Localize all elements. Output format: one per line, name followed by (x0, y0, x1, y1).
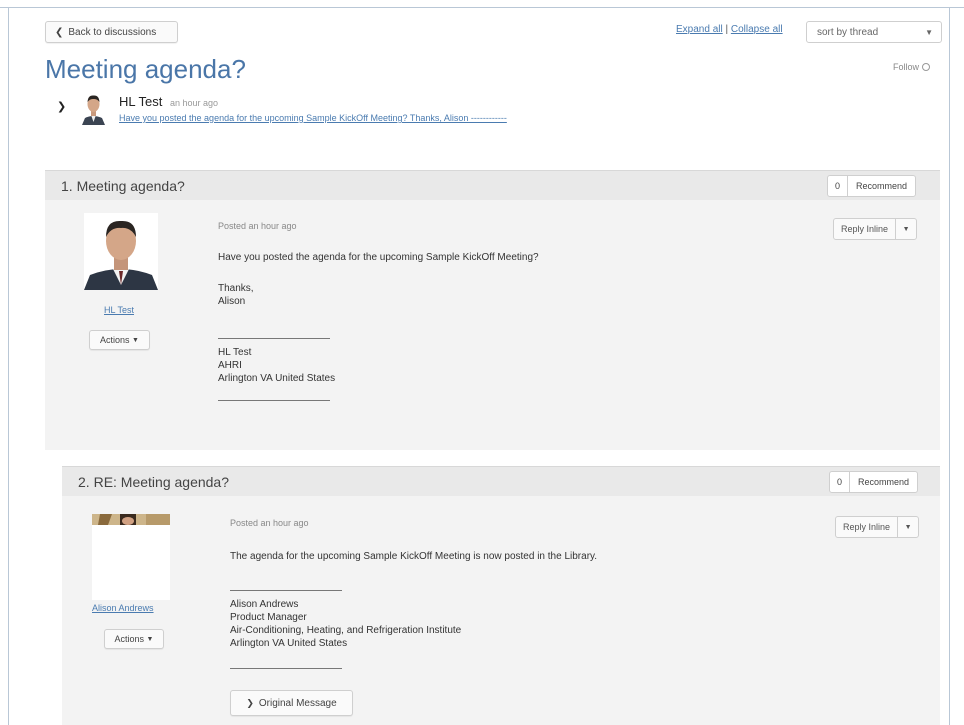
post-body-text: Alison (218, 296, 246, 307)
post-header: 1. Meeting agenda? (45, 170, 940, 200)
post-title: RE: Meeting agenda? (93, 473, 230, 490)
back-to-discussions-label: Back to discussions (68, 26, 157, 38)
post-number: 1. (61, 177, 73, 194)
summary-author-name: HL Test (119, 94, 163, 109)
recommend-label: Recommend (856, 181, 908, 191)
post-timestamp: Posted an hour ago (218, 221, 297, 231)
author-avatar (92, 514, 170, 600)
post-number: 2. (78, 473, 90, 490)
reply-inline-label: Reply Inline (834, 219, 897, 239)
signature-line: Product Manager (230, 612, 307, 623)
post-body (62, 496, 940, 725)
chevron-down-icon: ▼ (925, 28, 933, 37)
reply-inline-label: Reply Inline (836, 517, 899, 537)
signature-line: Arlington VA United States (230, 638, 348, 649)
follow-label: Follow (893, 62, 920, 72)
recommend-count: 0 (830, 472, 850, 492)
caret-down-icon: ▼ (146, 635, 154, 643)
expand-all-link[interactable]: Expand all (676, 24, 723, 35)
original-message-button[interactable]: ❯ Original Message (230, 690, 353, 716)
reply-inline-button[interactable]: Reply Inline ▼ (833, 218, 918, 240)
window-right-border (949, 8, 950, 725)
chevron-right-icon: ❯ (246, 697, 254, 708)
signature-divider (218, 400, 330, 401)
post-body-text: Thanks, (218, 283, 254, 294)
post-header: 2. RE: Meeting agenda? (62, 466, 940, 496)
page-title: Meeting agenda? (45, 54, 246, 84)
recommend-button[interactable]: 0 Recommend (827, 175, 917, 197)
post-title: Meeting agenda? (76, 177, 185, 194)
signature-line: Air-Conditioning, Heating, and Refrigera… (230, 625, 462, 636)
follow-toggle[interactable]: Follow (893, 62, 931, 72)
back-to-discussions-button[interactable]: ❮ Back to discussions (45, 21, 178, 43)
sort-select-value: sort by thread (817, 26, 879, 38)
follow-circle-icon (922, 63, 931, 71)
recommend-count: 0 (828, 176, 848, 196)
signature-divider (230, 590, 342, 591)
author-name-link[interactable]: HL Test (104, 305, 134, 315)
actions-label: Actions (100, 335, 130, 345)
post-body-text: Have you posted the agenda for the upcom… (218, 252, 539, 263)
chevron-left-icon: ❮ (55, 26, 64, 38)
caret-down-icon: ▼ (132, 336, 139, 344)
recommend-label: Recommend (858, 477, 910, 487)
summary-time: an hour ago (169, 98, 219, 108)
post-timestamp: Posted an hour ago (230, 518, 309, 528)
actions-button[interactable]: Actions ▼ (104, 629, 164, 649)
actions-label: Actions (114, 634, 145, 644)
author-name-link[interactable]: Alison Andrews (92, 603, 154, 613)
signature-divider (218, 338, 330, 339)
signature-line: Arlington VA United States (218, 373, 336, 384)
signature-divider (230, 668, 342, 669)
recommend-button[interactable]: 0 Recommend (829, 471, 919, 493)
original-message-label: Original Message (258, 697, 337, 709)
collapse-all-link[interactable]: Collapse all (731, 24, 783, 35)
expand-arrow-icon[interactable]: ❯ (57, 100, 66, 113)
window-left-border (8, 8, 9, 725)
summary-snippet-link[interactable]: Have you posted the agenda for the upcom… (119, 113, 507, 123)
sort-select[interactable]: sort by thread ▼ (806, 21, 942, 43)
summary-author: HL Test an hour ago (119, 94, 218, 109)
post-body (45, 200, 940, 450)
expand-collapse-links: Expand all | Collapse all (676, 24, 783, 35)
signature-line: AHRI (218, 360, 242, 371)
signature-line: Alison Andrews (230, 599, 299, 610)
signature-line: HL Test (218, 347, 252, 358)
window-top-border (0, 0, 964, 8)
links-separator: | (725, 24, 729, 35)
author-avatar-small (81, 93, 106, 125)
author-avatar (84, 213, 158, 290)
actions-button[interactable]: Actions ▼ (89, 330, 150, 350)
chevron-down-icon[interactable]: ▼ (896, 219, 916, 239)
post-body-text: The agenda for the upcoming Sample KickO… (230, 551, 598, 562)
chevron-down-icon[interactable]: ▼ (898, 517, 918, 537)
reply-inline-button[interactable]: Reply Inline ▼ (835, 516, 920, 538)
